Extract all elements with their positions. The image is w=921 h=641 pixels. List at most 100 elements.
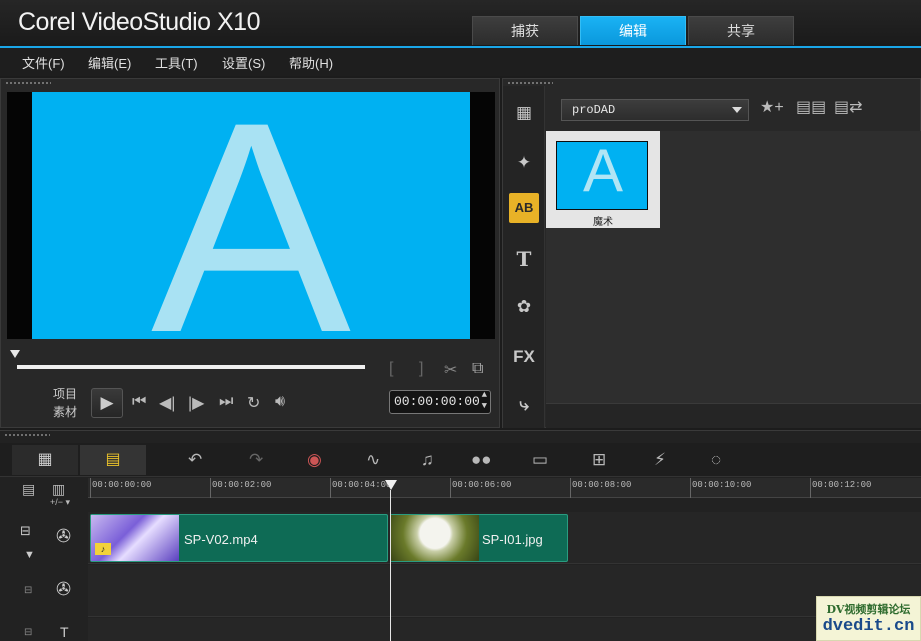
track-expand-icon[interactable]: ▼ [24,549,35,561]
motion-tracking-icon[interactable]: ●● [471,450,492,470]
tab-capture[interactable]: 捕获 [472,16,578,45]
sound-mixer-icon[interactable]: ∿ [366,450,380,470]
overlay-track[interactable] [88,565,921,617]
player-window: A [7,92,495,339]
thumbnail-letter: A [582,141,624,204]
tick-mark [210,478,211,498]
play-button[interactable]: ▶ [91,388,123,418]
timecode-field[interactable]: 00:00:00:00 ▲ ▼ [389,390,491,414]
library-item-label: 魔术 [593,217,613,228]
menu-tools[interactable]: 工具(T) [155,53,198,72]
volume-icon[interactable]: 🔊︎ [275,393,285,411]
mark-in-icon[interactable]: [ [389,360,393,378]
library-panel: ▦ ✦ AB T ✿ FX ⤷ proDAD ★+ ▤▤ ▤⇄ A 魔术 [502,78,921,428]
scrub-handle[interactable] [10,350,20,358]
library-item-thumbnail: A [556,141,648,210]
tick-mark [690,478,691,498]
title-track-icon: T [60,624,69,640]
auto-music-icon[interactable]: ♫ [421,450,434,470]
timecode-value: 00:00:00:00 [394,394,480,409]
time-remapping-icon[interactable]: ⚡ [654,450,666,470]
enlarge-preview-icon[interactable]: ⧉ [472,360,483,378]
timeline-toolbar: ▦ ▤ ↶ ↷ ◉ ∿ ♫ ●● ▭ ⊞ ⚡ ◌ [0,443,921,477]
apply-transition-to-video-icon[interactable]: ▤▤ [796,97,826,117]
next-frame-icon[interactable]: |▶ [188,393,204,413]
ruler-tick: 00:00:12:00 [812,480,872,490]
media-category-icon[interactable]: ▦ [509,98,539,128]
instant-project-icon[interactable]: ✦ [509,148,539,178]
timecode-stepper-icon[interactable]: ▲ ▼ [482,390,487,412]
undo-icon[interactable]: ↶ [188,450,202,470]
graphic-category-icon[interactable]: ✿ [509,292,539,322]
menu-file[interactable]: 文件(F) [22,53,65,72]
ruler-tick: 00:00:02:00 [212,480,272,490]
ruler-tick: 00:00:04:00 [332,480,392,490]
clip-name: SP-I01.jpg [482,532,543,547]
mode-project-label[interactable]: 项目 [53,385,77,402]
watermark-line2: dvedit.cn [822,617,915,636]
library-item[interactable]: A 魔术 [546,131,660,228]
tick-mark [450,478,451,498]
mode-clip-label[interactable]: 素材 [53,403,77,420]
menu-settings[interactable]: 设置(S) [222,53,265,72]
filter-category-icon[interactable]: FX [509,342,539,372]
tick-mark [570,478,571,498]
tick-mark [90,478,91,498]
overlay-lock-icon[interactable]: ⊟ [24,585,32,596]
add-favorite-icon[interactable]: ★+ [760,97,784,117]
watermark: DV视频剪辑论坛 dvedit.cn [816,596,921,641]
clip-thumbnail: ♪ [91,515,179,561]
prev-frame-icon[interactable]: ◀| [159,393,175,413]
library-grid: A 魔术 [546,131,921,403]
apply-random-transition-icon[interactable]: ▤⇄ [834,97,863,117]
repeat-icon[interactable]: ↻ [247,393,260,413]
split-clip-icon[interactable]: ✂ [444,360,457,380]
mark-out-icon[interactable]: ] [419,360,423,378]
clip-name: SP-V02.mp4 [184,532,258,547]
library-folder-select[interactable]: proDAD [561,99,749,121]
timeline-clip[interactable]: SP-I01.jpg [390,514,568,562]
timeline-ruler[interactable]: 00:00:00:00 00:00:02:00 00:00:04:00 00:0… [88,478,921,498]
audio-icon: ♪ [95,543,111,555]
ruler-tick: 00:00:06:00 [452,480,512,490]
app-title: Corel VideoStudio X10 [18,8,261,36]
clip-thumbnail [391,515,479,561]
preview-panel: A [ ] ✂ ⧉ 项目 素材 ▶ ⏮ ◀| |▶ ⏭ ↻ 🔊︎ 00:00:0… [0,78,500,428]
library-folder-value: proDAD [572,103,616,117]
timeline-clip[interactable]: ♪ SP-V02.mp4 [90,514,388,562]
tab-share[interactable]: 共享 [688,16,794,45]
add-remove-chapter-icon[interactable]: ▥ [52,481,65,498]
menu-help[interactable]: 帮助(H) [289,53,333,72]
chevron-down-icon [732,107,742,113]
record-capture-icon[interactable]: ◉ [307,450,322,470]
title-lock-icon[interactable]: ⊟ [24,627,32,638]
subtitle-editor-icon[interactable]: ▭ [532,450,548,470]
zoom-control[interactable]: +/− ▾ [50,497,70,508]
panel-grip[interactable] [4,433,50,438]
transition-category-icon[interactable]: AB [509,193,539,223]
track-manager-icon[interactable]: ▤ [22,481,35,498]
timeline-view-button[interactable]: ▦ [12,445,78,475]
redo-icon[interactable]: ↷ [249,450,263,470]
title-category-icon[interactable]: T [509,244,539,274]
scrub-bar[interactable] [17,365,365,369]
playhead-line [390,490,391,641]
tab-edit[interactable]: 编辑 [580,16,686,45]
playhead[interactable] [385,480,397,490]
timeline-panel: ▦ ▤ ↶ ↷ ◉ ∿ ♫ ●● ▭ ⊞ ⚡ ◌ ▤ ▥ +/− ▾ 00:00… [0,430,921,641]
tick-mark [330,478,331,498]
tick-mark [810,478,811,498]
mask-creator-icon[interactable]: ◌ [711,450,721,470]
track-lock-icon[interactable]: ⊟ [20,523,31,539]
library-category-bar: ▦ ✦ AB T ✿ FX ⤷ [503,86,545,428]
multi-camera-icon[interactable]: ⊞ [592,450,606,470]
video-track-icon: ✇ [56,526,72,546]
panel-grip[interactable] [5,81,51,86]
title-track[interactable] [88,618,921,641]
go-end-icon[interactable]: ⏭ [219,393,233,411]
go-start-icon[interactable]: ⏮ [132,393,146,411]
video-preview: A [32,92,470,339]
storyboard-view-button[interactable]: ▤ [80,445,146,475]
path-category-icon[interactable]: ⤷ [509,390,539,420]
menu-edit[interactable]: 编辑(E) [88,53,131,72]
